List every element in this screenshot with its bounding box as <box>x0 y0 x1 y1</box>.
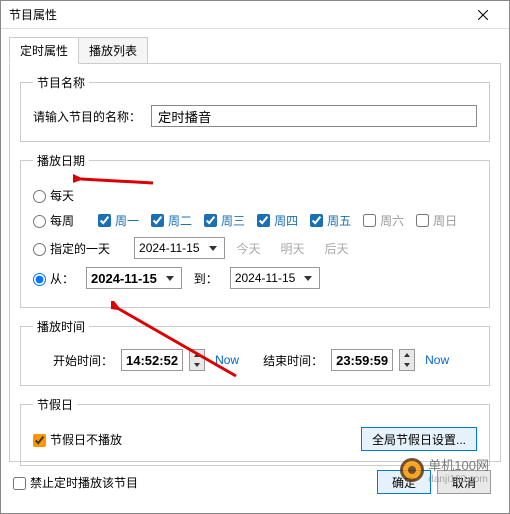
group-play-time: 播放时间 开始时间： 14:52:52 Now 结束时间： 23:59:59 N… <box>20 318 490 386</box>
check-sun[interactable]: 周日 <box>416 212 457 229</box>
global-holiday-button[interactable]: 全局节假日设置... <box>361 427 477 451</box>
date-specific-picker[interactable]: 2024-11-15 <box>134 237 225 259</box>
cancel-button[interactable]: 取消 <box>437 470 491 494</box>
check-tue[interactable]: 周二 <box>151 212 192 229</box>
chevron-up-icon <box>400 350 414 360</box>
titlebar: 节目属性 <box>1 1 509 29</box>
check-sat[interactable]: 周六 <box>363 212 404 229</box>
to-label: 到： <box>194 270 218 287</box>
legend-holiday: 节假日 <box>33 396 77 413</box>
dialog-window: 节目属性 定时属性 播放列表 节目名称 请输入节目的名称： 播放日期 每天 <box>0 0 510 514</box>
check-wed[interactable]: 周三 <box>204 212 245 229</box>
group-program-name: 节目名称 请输入节目的名称： <box>20 74 490 142</box>
tab-body: 节目名称 请输入节目的名称： 播放日期 每天 每周 周一 周二 周三 周四 周 <box>9 64 501 462</box>
legend-play-date: 播放日期 <box>33 152 89 169</box>
group-holiday: 节假日 节假日不播放 全局节假日设置... <box>20 396 490 466</box>
end-time-spinner[interactable] <box>399 349 415 371</box>
dropdown-icon <box>301 271 315 285</box>
start-now-link[interactable]: Now <box>215 353 239 367</box>
end-now-link[interactable]: Now <box>425 353 449 367</box>
close-icon <box>478 10 488 20</box>
group-play-date: 播放日期 每天 每周 周一 周二 周三 周四 周五 周六 周日 指定的一天 <box>20 152 490 308</box>
bottom-bar: 禁止定时播放该节目 确定 取消 <box>9 462 501 494</box>
program-name-input[interactable] <box>151 105 477 127</box>
check-disable-program[interactable]: 禁止定时播放该节目 <box>13 474 138 491</box>
radio-weekly[interactable]: 每周 <box>33 212 74 229</box>
check-holiday-skip[interactable]: 节假日不播放 <box>33 431 122 448</box>
content-area: 定时属性 播放列表 节目名称 请输入节目的名称： 播放日期 每天 每周 周一 <box>1 29 509 513</box>
legend-play-time: 播放时间 <box>33 318 89 335</box>
close-button[interactable] <box>465 5 501 25</box>
chevron-up-icon <box>190 350 204 360</box>
btn-today[interactable]: 今天 <box>237 240 261 257</box>
radio-daily[interactable]: 每天 <box>33 187 74 204</box>
tab-strip: 定时属性 播放列表 <box>9 37 501 64</box>
dropdown-icon <box>163 271 177 285</box>
check-thu[interactable]: 周四 <box>257 212 298 229</box>
check-mon[interactable]: 周一 <box>98 212 139 229</box>
tab-timing[interactable]: 定时属性 <box>9 37 79 64</box>
start-time-label: 开始时间： <box>53 352 113 369</box>
radio-range[interactable]: 从： <box>33 270 74 287</box>
date-from-picker[interactable]: 2024-11-15 <box>86 267 182 289</box>
dropdown-icon <box>206 241 220 255</box>
legend-program-name: 节目名称 <box>33 74 89 91</box>
btn-tomorrow[interactable]: 明天 <box>281 240 305 257</box>
ok-button[interactable]: 确定 <box>377 470 431 494</box>
check-fri[interactable]: 周五 <box>310 212 351 229</box>
tab-playlist[interactable]: 播放列表 <box>78 37 148 63</box>
end-time-input[interactable]: 23:59:59 <box>331 349 393 371</box>
name-label: 请输入节目的名称： <box>33 108 141 125</box>
btn-after[interactable]: 后天 <box>325 240 349 257</box>
chevron-down-icon <box>400 360 414 370</box>
start-time-input[interactable]: 14:52:52 <box>121 349 183 371</box>
window-title: 节目属性 <box>9 6 57 23</box>
radio-specific[interactable]: 指定的一天 <box>33 240 110 257</box>
end-time-label: 结束时间： <box>263 352 323 369</box>
date-to-picker[interactable]: 2024-11-15 <box>230 267 321 289</box>
chevron-down-icon <box>190 360 204 370</box>
start-time-spinner[interactable] <box>189 349 205 371</box>
